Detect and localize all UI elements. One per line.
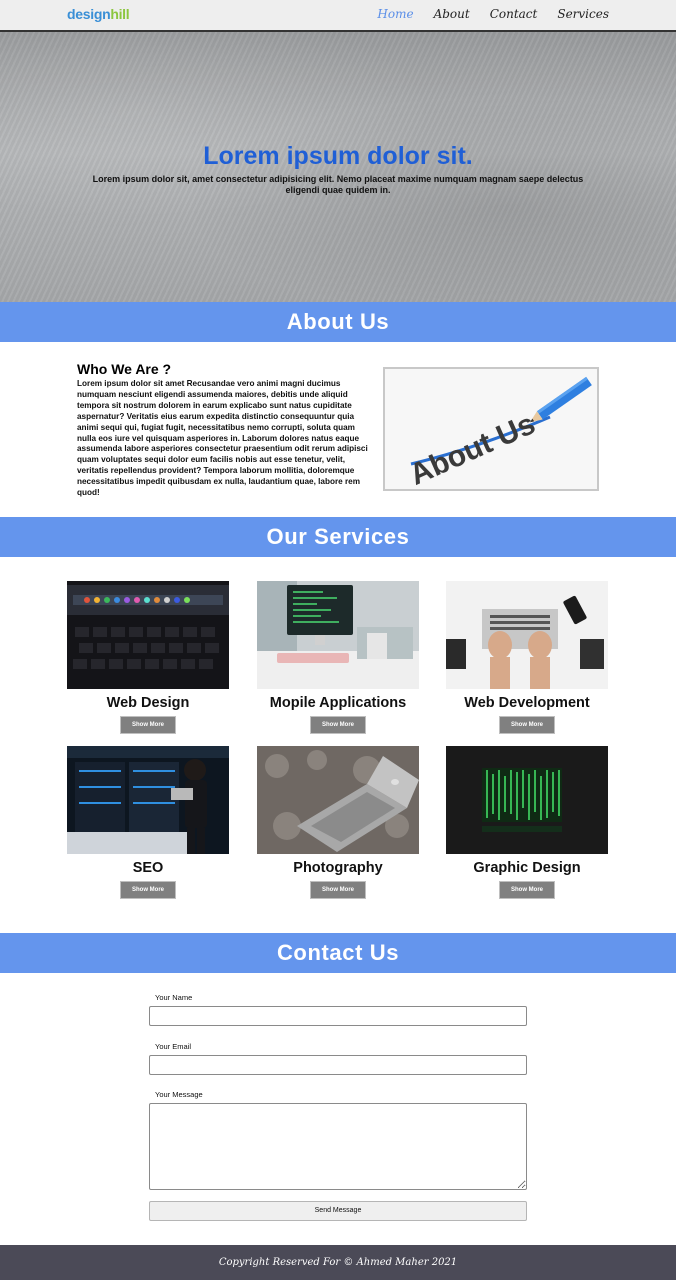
email-label: Your Email [155, 1042, 191, 1051]
nav-menu: Home About Contact Services [377, 7, 609, 21]
footer: Copyright Reserved For © Ahmed Maher 202… [0, 1245, 676, 1280]
name-field[interactable] [149, 1006, 527, 1026]
laptop-hands-photo [446, 581, 608, 689]
about-section-title: About Us [0, 302, 676, 342]
keyboard-photo [67, 581, 229, 689]
laptop-on-bed-photo [257, 746, 419, 854]
show-more-button[interactable]: Show More [310, 716, 366, 734]
copyright-text: Copyright Reserved For © Ahmed Maher 202… [218, 1257, 458, 1268]
contact-section-title: Contact Us [0, 933, 676, 973]
show-more-button[interactable]: Show More [120, 881, 176, 899]
email-field[interactable] [149, 1055, 527, 1075]
nav-link-services[interactable]: Services [557, 7, 609, 21]
designhill-logo[interactable]: designhill [67, 6, 130, 22]
services-section-title: Our Services [0, 517, 676, 557]
nav-link-home[interactable]: Home [377, 7, 413, 21]
show-more-button[interactable]: Show More [499, 881, 555, 899]
server-room-photo [67, 746, 229, 854]
about-paragraph: Lorem ipsum dolor sit amet Recusandae ve… [77, 379, 368, 498]
nav-link-about[interactable]: About [434, 7, 470, 21]
hero-title: Lorem ipsum dolor sit. [203, 142, 473, 170]
hero-subtitle: Lorem ipsum dolor sit, amet consectetur … [92, 174, 584, 195]
message-field[interactable] [149, 1103, 527, 1190]
about-us-illustration: About Us [385, 369, 597, 489]
service-card-web-development: Web Development Show More [446, 581, 608, 734]
service-title: Graphic Design [473, 860, 581, 876]
about-us-image: About Us [383, 367, 599, 491]
message-label: Your Message [155, 1090, 203, 1099]
nav-link-contact[interactable]: Contact [490, 7, 538, 21]
show-more-button[interactable]: Show More [120, 716, 176, 734]
navbar: designhill Home About Contact Services [0, 0, 676, 30]
show-more-button[interactable]: Show More [310, 881, 366, 899]
logo-part-design: design [67, 6, 111, 22]
service-card-mobile-applications: Mopile Applications Show More [257, 581, 419, 734]
service-title: SEO [132, 860, 164, 876]
desk-monitor-photo [257, 581, 419, 689]
code-rain-photo [446, 746, 608, 854]
service-card-web-design: Web Design Show More [67, 581, 229, 734]
logo-part-hill: hill [110, 6, 130, 22]
hero-banner: Lorem ipsum dolor sit. Lorem ipsum dolor… [0, 30, 676, 302]
service-title: Web Development [464, 695, 590, 711]
service-card-photography: Photography Show More [257, 746, 419, 899]
service-title: Photography [293, 860, 383, 876]
show-more-button[interactable]: Show More [499, 716, 555, 734]
about-heading: Who We Are ? [77, 361, 172, 377]
send-message-button[interactable]: Send Message [149, 1201, 527, 1221]
service-card-graphic-design: Graphic Design Show More [446, 746, 608, 899]
name-label: Your Name [155, 993, 193, 1002]
service-title: Web Design [106, 695, 190, 711]
service-title: Mopile Applications [269, 695, 407, 711]
service-card-seo: SEO Show More [67, 746, 229, 899]
